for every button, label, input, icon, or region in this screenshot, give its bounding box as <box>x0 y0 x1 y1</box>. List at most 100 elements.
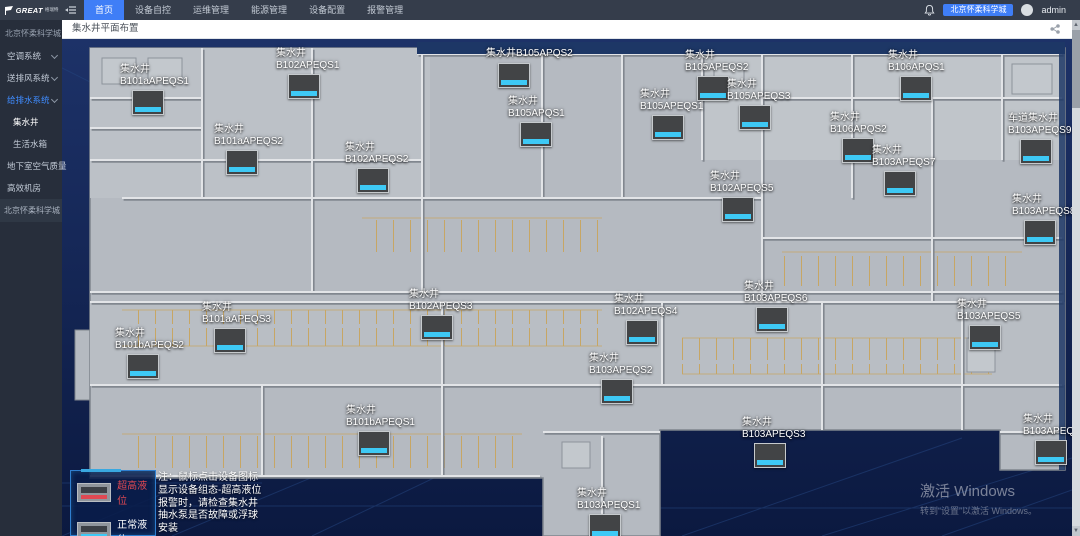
sump-pit-icon <box>226 150 258 175</box>
avatar[interactable] <box>1021 4 1033 16</box>
device-B101bAPEQS2[interactable]: 集水井B101bAPEQS2 <box>115 328 184 379</box>
device-label: 集水井B102APEQS1 <box>276 48 339 71</box>
device-label: 集水井B106APQS1 <box>888 50 945 73</box>
device-label: 集水井B105APEQS3 <box>727 79 790 102</box>
tab-bar: 集水井平面布置 <box>62 20 1072 39</box>
sidebar-item-6[interactable]: 地下室空气质量 <box>0 155 62 177</box>
sump-pit-icon <box>589 514 621 536</box>
sump-pit-icon <box>214 328 246 353</box>
device-B103APEQS7[interactable]: 集水井B103APEQS7 <box>872 145 935 196</box>
device-B102APEQS5[interactable]: 集水井B102APEQS5 <box>710 171 773 222</box>
device-B101aAPEQS1[interactable]: 集水井B101aAPEQS1 <box>120 64 189 115</box>
share-icon[interactable] <box>1050 24 1060 34</box>
device-B103APEQS8[interactable]: 集水井B103APEQS8 <box>1012 194 1072 245</box>
sump-pit-icon <box>626 320 658 345</box>
note-line: 安装 <box>158 523 276 536</box>
sump-pit-icon <box>1024 220 1056 245</box>
device-label: 集水井B103APEQS7 <box>872 145 935 168</box>
device-B103APEQS2[interactable]: 集水井B103APEQS2 <box>589 353 652 404</box>
device-label: 集水井B101aAPEQS3 <box>202 302 271 325</box>
device-label: 集水井B102APEQS3 <box>409 289 472 312</box>
device-label: 集水井B103APEQS8 <box>1012 194 1072 217</box>
sump-pit-icon <box>1035 440 1067 465</box>
flag-icon <box>4 5 14 15</box>
scroll-down-arrow[interactable]: ▼ <box>1072 526 1080 536</box>
device-label: 集水井B103APEQS6 <box>744 281 807 304</box>
sidebar-item-3[interactable]: 给排水系统 <box>0 89 62 111</box>
menu-item-6[interactable]: 报警管理 <box>356 0 414 20</box>
bms-app: GREAT 格瑞特 首页设备自控运维管理能源管理设备配置报警管理 北京怀柔科学城… <box>0 0 1080 536</box>
logo-subtext: 格瑞特 <box>45 7 59 13</box>
sidebar-item-1[interactable]: 空调系统 <box>0 45 62 67</box>
sidebar-project-header[interactable]: 北京怀柔科学城 <box>0 20 62 45</box>
device-B105APQS1[interactable]: 集水井B105APQS1 <box>508 96 565 147</box>
sump-pit-icon <box>127 354 159 379</box>
chevron-down-icon <box>51 52 58 59</box>
tab-sump-pit-plan[interactable]: 集水井平面布置 <box>62 20 149 38</box>
device-B103APEQS4[interactable]: 集水井B103APEQS4 <box>1023 414 1072 465</box>
watermark-subtitle: 转到“设置”以激活 Windows。 <box>920 504 1037 517</box>
menu-item-2[interactable]: 设备自控 <box>124 0 182 20</box>
legend-label: 超高液位 <box>117 477 155 507</box>
sidebar-project-header-2[interactable]: 北京怀柔科学城 <box>0 199 62 222</box>
device-B102APEQS4[interactable]: 集水井B102APEQS4 <box>614 294 677 345</box>
sump-pit-icon <box>1020 139 1052 164</box>
device-label: 集水井B101aAPEQS1 <box>120 64 189 87</box>
device-B103APEQS5[interactable]: 集水井B103APEQS5 <box>957 299 1020 350</box>
brand-logo: GREAT 格瑞特 <box>0 0 62 20</box>
device-B101aAPEQS3[interactable]: 集水井B101aAPEQS3 <box>202 302 271 353</box>
sump-pit-icon <box>842 138 874 163</box>
menu-item-1[interactable]: 首页 <box>84 0 124 20</box>
sump-pit-icon <box>722 197 754 222</box>
sump-pit-icon <box>884 171 916 196</box>
scrollbar-thumb[interactable] <box>1072 30 1080 108</box>
navbar-right: 北京怀柔科学城 admin <box>924 4 1080 16</box>
menu-item-3[interactable]: 运维管理 <box>182 0 240 20</box>
device-B103APEQS6[interactable]: 集水井B103APEQS6 <box>744 281 807 332</box>
device-B102APEQS3[interactable]: 集水井B102APEQS3 <box>409 289 472 340</box>
device-B102APEQS2[interactable]: 集水井B102APEQS2 <box>345 142 408 193</box>
note-line: 注：鼠标点击设备图标 <box>158 472 276 485</box>
device-B103APEQS1[interactable]: 集水井B103APEQS1 <box>577 488 640 536</box>
device-label: 集水井B105APQS2 <box>486 48 573 60</box>
device-B103APEQS9[interactable]: 车道集水井B103APEQS9 <box>1008 113 1071 164</box>
device-B105APEQS1[interactable]: 集水井B105APEQS1 <box>640 89 703 140</box>
sump-pit-icon <box>969 325 1001 350</box>
windows-activation-watermark: 激活 Windows 转到“设置”以激活 Windows。 <box>920 480 1037 517</box>
vertical-scrollbar[interactable]: ▲ ▼ <box>1072 20 1080 536</box>
legend-row-2: 正常液位 <box>77 516 155 536</box>
device-B103APEQS3[interactable]: 集水井B103APEQS3 <box>742 417 805 468</box>
device-集水井B105APQS2[interactable]: 集水井B105APQS2 <box>486 48 573 88</box>
device-B101aAPEQS2[interactable]: 集水井B101aAPEQS2 <box>214 124 283 175</box>
sidebar-item-7[interactable]: 高效机房 <box>0 177 62 199</box>
device-B106APQS1[interactable]: 集水井B106APQS1 <box>888 50 945 101</box>
chevron-down-icon <box>51 96 58 103</box>
site-badge[interactable]: 北京怀柔科学城 <box>943 4 1013 16</box>
sidebar-item-4[interactable]: 集水井 <box>0 111 62 133</box>
sidebar-item-2[interactable]: 送排风系统 <box>0 67 62 89</box>
device-label: 车道集水井B103APEQS9 <box>1008 113 1071 136</box>
sump-pit-icon <box>357 168 389 193</box>
menu-fold-icon[interactable] <box>62 0 80 20</box>
device-label: 集水井B103APEQS5 <box>957 299 1020 322</box>
device-B105APEQS3[interactable]: 集水井B105APEQS3 <box>727 79 790 130</box>
device-layer: 集水井B101aAPEQS1 集水井B102APEQS1 集水井B105APQS2 集… <box>62 38 1072 536</box>
device-label: 集水井B101bAPEQS2 <box>115 328 184 351</box>
legend-level-icon <box>77 483 111 502</box>
sidebar-item-5[interactable]: 生活水箱 <box>0 133 62 155</box>
note-line: 报警时，请检查集水井 <box>158 498 276 511</box>
top-navbar: GREAT 格瑞特 首页设备自控运维管理能源管理设备配置报警管理 北京怀柔科学城… <box>0 0 1080 20</box>
device-B101bAPEQS1[interactable]: 集水井B101bAPEQS1 <box>346 405 415 456</box>
notification-bell-icon[interactable] <box>924 4 935 16</box>
device-label: 集水井B103APEQS1 <box>577 488 640 511</box>
menu-item-4[interactable]: 能源管理 <box>240 0 298 20</box>
device-label: 集水井B102APEQS5 <box>710 171 773 194</box>
device-B102APEQS1[interactable]: 集水井B102APEQS1 <box>276 48 339 99</box>
sump-pit-icon <box>739 105 771 130</box>
sidebar: 北京怀柔科学城 空调系统送排风系统给排水系统集水井生活水箱地下室空气质量高效机房… <box>0 20 62 536</box>
scroll-up-arrow[interactable]: ▲ <box>1072 20 1080 30</box>
sidebar-items: 空调系统送排风系统给排水系统集水井生活水箱地下室空气质量高效机房 <box>0 45 62 199</box>
legend-label: 正常液位 <box>117 516 155 536</box>
device-label: 集水井B101bAPEQS1 <box>346 405 415 428</box>
menu-item-5[interactable]: 设备配置 <box>298 0 356 20</box>
